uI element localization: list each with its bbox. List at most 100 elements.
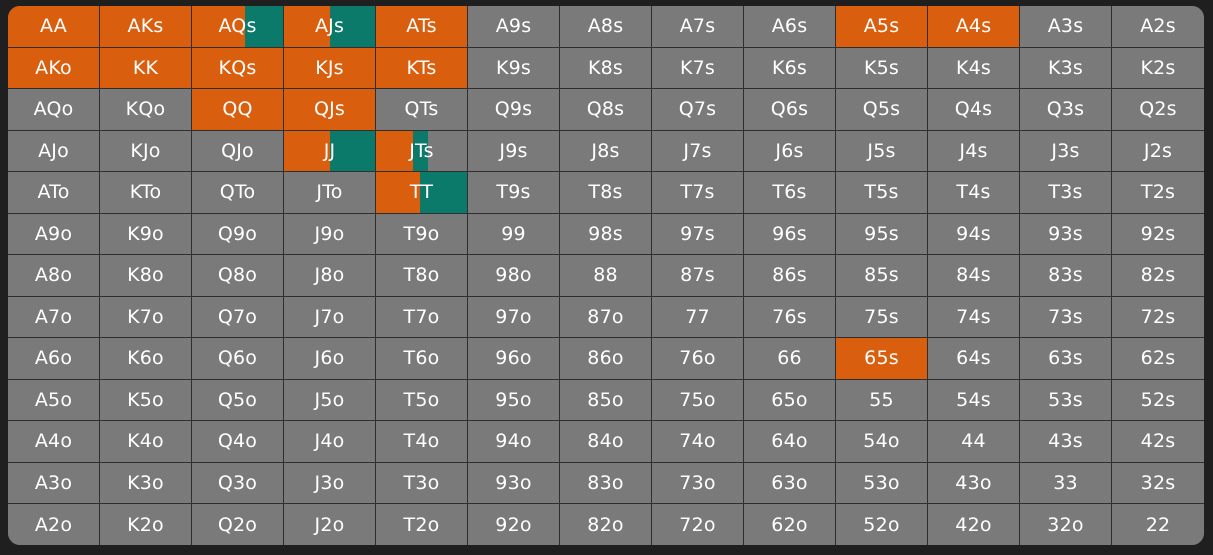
hand-cell-a6o[interactable]: A6o xyxy=(8,338,100,380)
hand-cell-53o[interactable]: 53o xyxy=(836,462,928,504)
hand-cell-52o[interactable]: 52o xyxy=(836,504,928,545)
hand-cell-97o[interactable]: 97o xyxy=(468,296,560,338)
hand-cell-q6s[interactable]: Q6s xyxy=(744,89,836,131)
hand-cell-kqo[interactable]: KQo xyxy=(100,89,192,131)
hand-cell-t8s[interactable]: T8s xyxy=(560,172,652,214)
hand-cell-t7o[interactable]: T7o xyxy=(376,296,468,338)
hand-cell-qts[interactable]: QTs xyxy=(376,89,468,131)
hand-cell-a3s[interactable]: A3s xyxy=(1020,6,1112,48)
hand-cell-t6s[interactable]: T6s xyxy=(744,172,836,214)
hand-cell-kjo[interactable]: KJo xyxy=(100,130,192,172)
hand-cell-a7o[interactable]: A7o xyxy=(8,296,100,338)
hand-cell-j2s[interactable]: J2s xyxy=(1112,130,1204,172)
hand-cell-q8s[interactable]: Q8s xyxy=(560,89,652,131)
hand-cell-qto[interactable]: QTo xyxy=(192,172,284,214)
hand-cell-t5s[interactable]: T5s xyxy=(836,172,928,214)
hand-cell-99[interactable]: 99 xyxy=(468,213,560,255)
hand-cell-84o[interactable]: 84o xyxy=(560,421,652,463)
hand-cell-aqs[interactable]: AQs xyxy=(192,6,284,48)
hand-cell-t3o[interactable]: T3o xyxy=(376,462,468,504)
hand-cell-87s[interactable]: 87s xyxy=(652,255,744,297)
hand-cell-83o[interactable]: 83o xyxy=(560,462,652,504)
hand-cell-63o[interactable]: 63o xyxy=(744,462,836,504)
hand-cell-a8o[interactable]: A8o xyxy=(8,255,100,297)
hand-cell-j7s[interactable]: J7s xyxy=(652,130,744,172)
hand-cell-t5o[interactable]: T5o xyxy=(376,379,468,421)
hand-cell-42s[interactable]: 42s xyxy=(1112,421,1204,463)
hand-cell-q4s[interactable]: Q4s xyxy=(928,89,1020,131)
hand-cell-62s[interactable]: 62s xyxy=(1112,338,1204,380)
hand-cell-33[interactable]: 33 xyxy=(1020,462,1112,504)
hand-cell-aks[interactable]: AKs xyxy=(100,6,192,48)
hand-cell-98s[interactable]: 98s xyxy=(560,213,652,255)
hand-cell-j3o[interactable]: J3o xyxy=(284,462,376,504)
hand-cell-64s[interactable]: 64s xyxy=(928,338,1020,380)
hand-cell-aqo[interactable]: AQo xyxy=(8,89,100,131)
hand-cell-a6s[interactable]: A6s xyxy=(744,6,836,48)
hand-cell-94o[interactable]: 94o xyxy=(468,421,560,463)
hand-cell-t2s[interactable]: T2s xyxy=(1112,172,1204,214)
hand-cell-q9o[interactable]: Q9o xyxy=(192,213,284,255)
hand-cell-j2o[interactable]: J2o xyxy=(284,504,376,545)
hand-cell-98o[interactable]: 98o xyxy=(468,255,560,297)
hand-cell-j6s[interactable]: J6s xyxy=(744,130,836,172)
hand-cell-q3s[interactable]: Q3s xyxy=(1020,89,1112,131)
hand-cell-54o[interactable]: 54o xyxy=(836,421,928,463)
hand-cell-95s[interactable]: 95s xyxy=(836,213,928,255)
hand-cell-tt[interactable]: TT xyxy=(376,172,468,214)
hand-cell-87o[interactable]: 87o xyxy=(560,296,652,338)
hand-cell-j7o[interactable]: J7o xyxy=(284,296,376,338)
hand-cell-92o[interactable]: 92o xyxy=(468,504,560,545)
hand-cell-a4s[interactable]: A4s xyxy=(928,6,1020,48)
hand-cell-22[interactable]: 22 xyxy=(1112,504,1204,545)
hand-cell-65o[interactable]: 65o xyxy=(744,379,836,421)
hand-cell-t2o[interactable]: T2o xyxy=(376,504,468,545)
hand-cell-t3s[interactable]: T3s xyxy=(1020,172,1112,214)
hand-cell-52s[interactable]: 52s xyxy=(1112,379,1204,421)
hand-cell-43s[interactable]: 43s xyxy=(1020,421,1112,463)
hand-cell-j9s[interactable]: J9s xyxy=(468,130,560,172)
hand-cell-t9o[interactable]: T9o xyxy=(376,213,468,255)
hand-cell-75o[interactable]: 75o xyxy=(652,379,744,421)
hand-cell-96s[interactable]: 96s xyxy=(744,213,836,255)
hand-cell-74o[interactable]: 74o xyxy=(652,421,744,463)
hand-cell-83s[interactable]: 83s xyxy=(1020,255,1112,297)
hand-cell-k6s[interactable]: K6s xyxy=(744,47,836,89)
hand-cell-85o[interactable]: 85o xyxy=(560,379,652,421)
hand-cell-j6o[interactable]: J6o xyxy=(284,338,376,380)
hand-cell-44[interactable]: 44 xyxy=(928,421,1020,463)
hand-cell-97s[interactable]: 97s xyxy=(652,213,744,255)
hand-cell-j8o[interactable]: J8o xyxy=(284,255,376,297)
hand-cell-t4o[interactable]: T4o xyxy=(376,421,468,463)
hand-cell-t7s[interactable]: T7s xyxy=(652,172,744,214)
hand-cell-qjo[interactable]: QJo xyxy=(192,130,284,172)
hand-cell-84s[interactable]: 84s xyxy=(928,255,1020,297)
hand-cell-a2o[interactable]: A2o xyxy=(8,504,100,545)
hand-cell-t8o[interactable]: T8o xyxy=(376,255,468,297)
hand-cell-ajo[interactable]: AJo xyxy=(8,130,100,172)
hand-cell-a7s[interactable]: A7s xyxy=(652,6,744,48)
hand-cell-k7s[interactable]: K7s xyxy=(652,47,744,89)
hand-cell-j4o[interactable]: J4o xyxy=(284,421,376,463)
hand-cell-a5o[interactable]: A5o xyxy=(8,379,100,421)
hand-cell-75s[interactable]: 75s xyxy=(836,296,928,338)
hand-cell-65s[interactable]: 65s xyxy=(836,338,928,380)
hand-cell-62o[interactable]: 62o xyxy=(744,504,836,545)
hand-cell-k7o[interactable]: K7o xyxy=(100,296,192,338)
hand-cell-86o[interactable]: 86o xyxy=(560,338,652,380)
hand-cell-86s[interactable]: 86s xyxy=(744,255,836,297)
hand-cell-j5s[interactable]: J5s xyxy=(836,130,928,172)
hand-cell-k9o[interactable]: K9o xyxy=(100,213,192,255)
hand-cell-t4s[interactable]: T4s xyxy=(928,172,1020,214)
hand-cell-73s[interactable]: 73s xyxy=(1020,296,1112,338)
hand-cell-kqs[interactable]: KQs xyxy=(192,47,284,89)
hand-cell-55[interactable]: 55 xyxy=(836,379,928,421)
hand-cell-t9s[interactable]: T9s xyxy=(468,172,560,214)
hand-cell-85s[interactable]: 85s xyxy=(836,255,928,297)
hand-cell-a5s[interactable]: A5s xyxy=(836,6,928,48)
hand-cell-72o[interactable]: 72o xyxy=(652,504,744,545)
hand-cell-jj[interactable]: JJ xyxy=(284,130,376,172)
hand-cell-q8o[interactable]: Q8o xyxy=(192,255,284,297)
hand-cell-j4s[interactable]: J4s xyxy=(928,130,1020,172)
hand-cell-k2o[interactable]: K2o xyxy=(100,504,192,545)
